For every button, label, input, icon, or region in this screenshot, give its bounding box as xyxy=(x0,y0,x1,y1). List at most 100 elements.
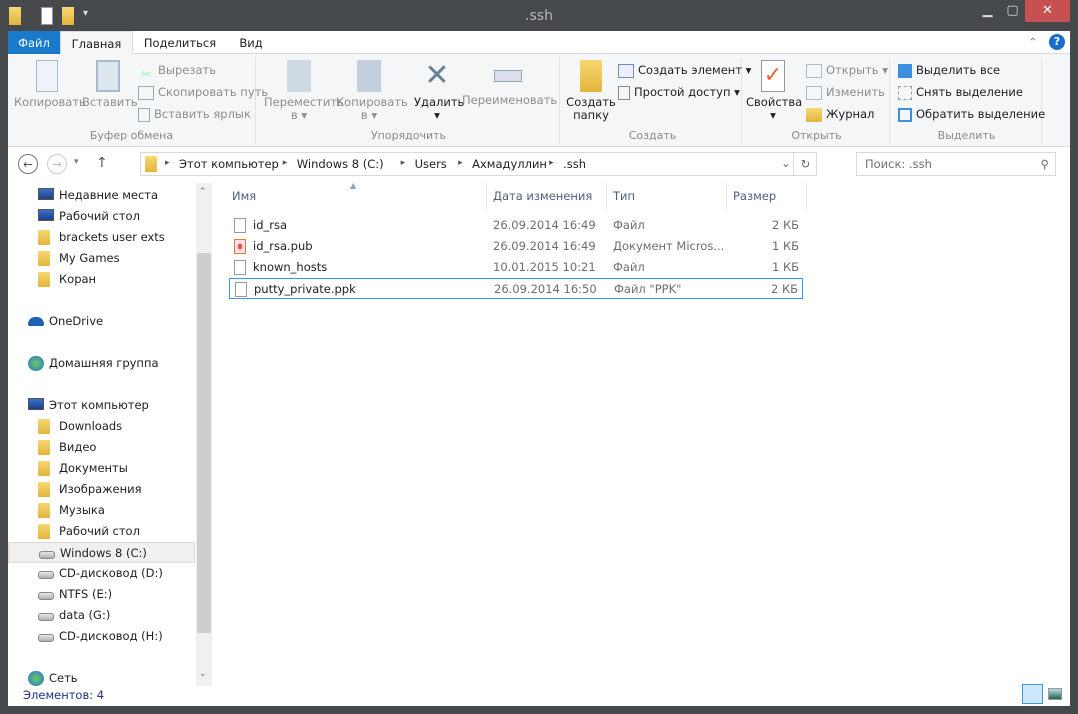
file-icon xyxy=(235,282,247,297)
move-to-button[interactable]: Переместить в ▾ xyxy=(264,58,344,122)
breadcrumb-item[interactable]: Users xyxy=(415,157,447,171)
move-to-icon xyxy=(287,60,311,92)
address-bar[interactable]: ▸ Этот компьютер ▸ Windows 8 (C:) ▸ Users ▸ Ахм… xyxy=(140,152,817,176)
breadcrumb-item[interactable]: .ssh xyxy=(563,157,586,171)
file-row[interactable]: putty_private.ppk 26.09.2014 16:50 Файл "P… xyxy=(229,278,803,299)
nav-item[interactable]: Недавние места xyxy=(8,185,195,206)
maximize-button[interactable]: ▢ xyxy=(1000,0,1025,22)
nav-scrollbar-thumb[interactable] xyxy=(197,253,211,633)
back-button[interactable]: ← xyxy=(18,154,38,174)
invert-selection-button[interactable]: Обратить выделение xyxy=(898,104,1045,124)
column-divider[interactable] xyxy=(806,183,807,210)
tab-view[interactable]: Вид xyxy=(226,31,276,55)
file-row[interactable]: id_rsa.pub 26.09.2014 16:49 Документ Micro… xyxy=(229,236,803,257)
refresh-button[interactable]: ↻ xyxy=(793,153,817,175)
scroll-down-icon[interactable]: ⌄ xyxy=(199,669,207,679)
open-button[interactable]: Открыть ▾ xyxy=(806,60,888,80)
history-label: Журнал xyxy=(826,107,875,121)
breadcrumb-item[interactable]: Ахмадуллин xyxy=(472,157,547,171)
column-divider[interactable] xyxy=(606,183,607,210)
properties-button[interactable]: ✓ Свойства ▾ xyxy=(746,58,802,122)
rename-label: Переименовать xyxy=(462,93,558,107)
breadcrumb-item[interactable]: Этот компьютер xyxy=(179,157,279,171)
nav-item[interactable]: CD-дисковод (H:) xyxy=(8,626,195,647)
column-divider[interactable] xyxy=(726,183,727,210)
nav-item[interactable]: Изображения xyxy=(8,479,195,500)
nav-item[interactable]: Видео xyxy=(8,437,195,458)
nav-item[interactable]: Downloads xyxy=(8,416,195,437)
file-date: 26.09.2014 16:49 xyxy=(493,239,596,253)
address-dropdown-icon[interactable]: ⌄ xyxy=(781,156,791,170)
search-icon[interactable]: ⚲ xyxy=(1041,153,1049,175)
file-row[interactable]: known_hosts 10.01.2015 10:21 Файл 1 КБ xyxy=(229,257,803,278)
column-size[interactable]: Размер xyxy=(733,189,776,203)
collapse-ribbon-icon[interactable]: ⌃ xyxy=(1028,35,1038,49)
breadcrumb-arrow-icon[interactable]: ▸ xyxy=(458,158,463,168)
breadcrumb-arrow-icon[interactable]: ▸ xyxy=(165,158,170,168)
file-type: Файл xyxy=(613,218,645,232)
breadcrumb-arrow-icon[interactable]: ▸ xyxy=(549,158,554,168)
folder-icon xyxy=(38,419,50,434)
nav-item[interactable]: Рабочий стол xyxy=(8,206,195,227)
explorer-window: Файл Главная Поделиться Вид ⌃ ? Копирова… xyxy=(8,31,1070,706)
nav-item[interactable]: Домашняя группа xyxy=(8,353,195,374)
new-item-button[interactable]: Создать элемент ▾ xyxy=(618,60,751,80)
forward-button[interactable]: → xyxy=(47,154,67,174)
nav-item[interactable]: Этот компьютер xyxy=(8,395,195,416)
tab-home[interactable]: Главная xyxy=(60,31,133,55)
nav-item[interactable]: brackets user exts xyxy=(8,227,195,248)
new-folder-label-2: папку xyxy=(573,108,609,122)
breadcrumb-arrow-icon[interactable]: ▸ xyxy=(283,158,288,168)
nav-item[interactable]: Документы xyxy=(8,458,195,479)
minimize-button[interactable]: ▁ xyxy=(975,0,1000,22)
recent-locations-button[interactable]: ▾ xyxy=(74,157,79,167)
column-divider[interactable] xyxy=(486,183,487,210)
nav-item[interactable]: OneDrive xyxy=(8,311,195,332)
large-icons-view-button[interactable] xyxy=(1048,688,1062,700)
paste-shortcut-button[interactable]: Вставить ярлык xyxy=(138,104,251,124)
search-input[interactable]: Поиск: .ssh ⚲ xyxy=(856,152,1056,176)
ribbon: Копировать Вставить ✂ Вырезать Скопироват… xyxy=(8,54,1070,147)
file-name: id_rsa xyxy=(253,218,288,232)
history-button[interactable]: Журнал xyxy=(806,104,874,124)
breadcrumb-item[interactable]: Windows 8 (C:) xyxy=(297,157,384,171)
copy-path-button[interactable]: Скопировать путь xyxy=(138,82,268,102)
nav-item[interactable]: data (G:) xyxy=(8,605,195,626)
details-view-button[interactable] xyxy=(1022,684,1043,704)
nav-item-label: CD-дисковод (D:) xyxy=(59,566,163,580)
nav-item[interactable]: CD-дисковод (D:) xyxy=(8,563,195,584)
tab-share[interactable]: Поделиться xyxy=(136,31,224,55)
tab-file[interactable]: Файл xyxy=(8,31,60,54)
help-icon[interactable]: ? xyxy=(1049,34,1065,50)
select-all-button[interactable]: Выделить все xyxy=(898,60,1000,80)
column-name[interactable]: Имя xyxy=(232,189,256,203)
nav-item-label: Этот компьютер xyxy=(49,398,149,412)
edit-button[interactable]: Изменить xyxy=(806,82,885,102)
copy-to-button[interactable]: Копировать в ▾ xyxy=(336,58,408,122)
nav-item[interactable]: Музыка xyxy=(8,500,195,521)
nav-item[interactable]: NTFS (E:) xyxy=(8,584,195,605)
close-button[interactable]: ✕ xyxy=(1025,0,1070,22)
copy-button[interactable]: Копировать xyxy=(14,58,86,109)
cut-button[interactable]: ✂ Вырезать xyxy=(138,60,216,81)
column-date[interactable]: Дата изменения xyxy=(493,189,592,203)
file-row[interactable]: id_rsa 26.09.2014 16:49 Файл 2 КБ xyxy=(229,215,803,236)
copy-icon xyxy=(36,60,58,92)
paste-button[interactable]: Вставить xyxy=(82,58,138,109)
delete-button[interactable]: ✕ Удалить ▾ xyxy=(414,58,464,122)
nav-item[interactable]: Рабочий стол xyxy=(8,521,195,542)
select-none-button[interactable]: Снять выделение xyxy=(898,82,1023,102)
scroll-up-icon[interactable]: ⌃ xyxy=(199,187,207,197)
new-folder-button[interactable]: Создать папку xyxy=(566,58,616,122)
up-button[interactable]: ↑ xyxy=(96,155,108,171)
nav-item[interactable]: Windows 8 (C:) xyxy=(8,542,195,563)
file-name: id_rsa.pub xyxy=(253,239,313,253)
nav-item[interactable]: Сеть xyxy=(8,668,195,689)
nav-item[interactable]: Коран xyxy=(8,269,195,290)
easy-access-button[interactable]: Простой доступ ▾ xyxy=(618,82,740,102)
breadcrumb-arrow-icon[interactable]: ▸ xyxy=(401,158,406,168)
column-type[interactable]: Тип xyxy=(613,189,635,203)
nav-item[interactable]: My Games xyxy=(8,248,195,269)
copy-path-label: Скопировать путь xyxy=(158,85,269,99)
rename-button[interactable]: Переименовать xyxy=(462,58,558,107)
